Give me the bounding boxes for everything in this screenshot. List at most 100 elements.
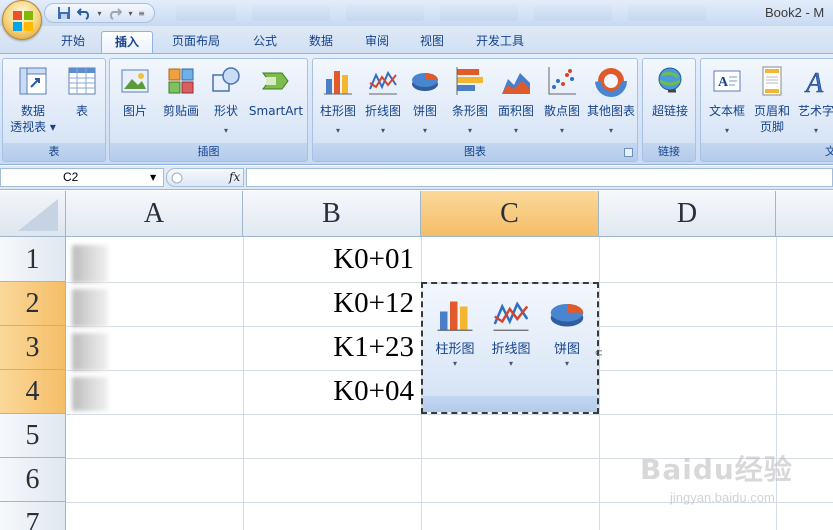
ribbon-tab-row: 开始 插入 页面布局 公式 数据 审阅 视图 开发工具 (0, 26, 833, 55)
watermark-main: Baidu经验 (640, 453, 793, 486)
column-header-a[interactable]: A (66, 191, 243, 237)
watermark-url: jingyan.baidu.com (670, 490, 775, 505)
tab-review[interactable]: 审阅 (352, 31, 402, 54)
tab-insert[interactable]: 插入 (101, 31, 153, 55)
column-chart-icon (324, 71, 352, 95)
undo-dropdown-icon[interactable]: ▾ (95, 5, 104, 21)
row-header-1[interactable]: 1 (0, 237, 66, 282)
gallery-bottom-strip (423, 396, 597, 412)
row-header-7[interactable]: 7 (0, 502, 66, 530)
tab-developer[interactable]: 开发工具 (463, 31, 537, 54)
shapes-icon (212, 67, 240, 92)
scatter-chart-dropdown-icon: ▾ (559, 126, 564, 135)
group-label-charts: 图表 (313, 143, 637, 161)
row-header-2[interactable]: 2 (0, 282, 66, 326)
column-header-b[interactable]: B (243, 191, 421, 237)
cell-b4[interactable]: K0+04 (243, 375, 420, 413)
cell-b2[interactable]: K0+12 (243, 287, 420, 325)
insert-function-icon[interactable]: fx (229, 170, 240, 184)
name-box[interactable]: C2 (0, 168, 164, 187)
save-icon[interactable] (55, 5, 73, 21)
formula-bar-controls: fx (166, 168, 244, 187)
select-all-triangle-icon (18, 199, 58, 231)
bar-chart-icon (456, 67, 483, 95)
gallery-pie-chart-label: 饼图 (553, 342, 580, 357)
redo-dropdown-icon[interactable]: ▾ (126, 5, 135, 21)
line-chart-icon (493, 301, 529, 331)
header-footer-icon (762, 66, 782, 96)
picture-icon (121, 69, 149, 93)
picture-label: 图片 (122, 104, 147, 118)
name-box-dropdown-icon[interactable]: ▼ (150, 173, 156, 182)
select-all-button[interactable] (0, 191, 66, 237)
blurred-cell-a2 (72, 289, 108, 327)
shapes-label: 形状 (213, 104, 238, 118)
window-title: Book2 - M (765, 5, 825, 20)
cell-b1[interactable]: K0+01 (243, 243, 420, 281)
pie-chart-label: 饼图 (412, 104, 437, 118)
bar-chart-label: 条形图 (451, 104, 488, 118)
group-charts: 柱形图 ▾ 折线图 ▾ 饼图 ▾ 条形图 ▾ 面积图 ▾ 散点图 ▾ 其他图表 … (312, 58, 638, 162)
paste-options-icon[interactable]: ⊂ (595, 348, 603, 359)
tab-data[interactable]: 数据 (296, 31, 346, 54)
header-footer-label: 页眉和 页脚 (751, 103, 793, 135)
tab-view[interactable]: 视图 (407, 31, 457, 54)
gallery-pie-chart-button[interactable]: 饼图 ▾ (539, 294, 595, 368)
tab-home[interactable]: 开始 (47, 31, 99, 54)
quick-access-toolbar: ▾ ▾ ≡ (44, 3, 155, 23)
line-chart-dropdown-icon: ▾ (380, 126, 385, 135)
cell-b3[interactable]: K1+23 (243, 331, 420, 369)
gallery-line-chart-button[interactable]: 折线图 ▾ (483, 294, 539, 368)
pasted-chart-buttons-picture[interactable]: 柱形图 ▾ 折线图 ▾ 饼图 ▾ ⊂ (421, 282, 603, 414)
group-links: 超链接 链接 (642, 58, 696, 162)
smartart-label: SmartArt (248, 104, 304, 118)
area-chart-label: 面积图 (497, 104, 534, 118)
svg-text:A: A (718, 75, 729, 90)
area-chart-dropdown-icon: ▾ (513, 126, 518, 135)
line-chart-icon (369, 70, 397, 95)
row-header-6[interactable]: 6 (0, 458, 66, 502)
column-header-e[interactable] (776, 191, 833, 237)
group-text: A 文本框 ▾ 页眉和 页脚 A 艺术字 ▾ 文 (700, 58, 833, 162)
office-button[interactable] (2, 0, 42, 40)
textbox-icon: A (713, 70, 741, 92)
clipart-label: 剪贴画 (162, 104, 199, 118)
charts-dialog-launcher[interactable] (624, 148, 633, 157)
redo-icon[interactable] (106, 5, 124, 21)
gallery-column-chart-button[interactable]: 柱形图 ▾ (427, 294, 483, 368)
column-header-c[interactable]: C (421, 191, 599, 237)
group-label-tables: 表 (3, 143, 105, 161)
textbox-dropdown-icon: ▾ (724, 126, 729, 135)
gallery-pie-dropdown-icon: ▾ (564, 359, 569, 368)
scatter-chart-label: 散点图 (543, 104, 580, 118)
title-bar: ▾ ▾ ≡ Book2 - M (0, 0, 833, 40)
textbox-label: 文本框 (708, 104, 745, 118)
clipart-icon (168, 68, 194, 94)
tab-page-layout[interactable]: 页面布局 (160, 31, 232, 54)
row-header-5[interactable]: 5 (0, 414, 66, 458)
bar-chart-dropdown-icon: ▾ (467, 126, 472, 135)
pivot-line2: 透视表 (10, 120, 47, 134)
pivot-line2-wrap: 透视表 ▾ (10, 120, 56, 134)
blurred-taskbar-item (252, 5, 330, 21)
undo-icon[interactable] (75, 5, 93, 21)
gridline (599, 237, 600, 530)
formula-input[interactable] (246, 168, 833, 187)
customize-qat-icon[interactable]: ≡ (137, 5, 146, 21)
row-header-3[interactable]: 3 (0, 326, 66, 370)
column-header-d[interactable]: D (599, 191, 776, 237)
row-header-4[interactable]: 4 (0, 370, 66, 414)
area-chart-icon (502, 73, 530, 94)
blurred-taskbar-item (346, 5, 424, 21)
group-label-links: 链接 (643, 143, 695, 161)
pie-chart-icon (550, 304, 584, 327)
group-label-illustrations: 插图 (110, 143, 307, 161)
blurred-taskbar-item (440, 5, 518, 21)
expand-formula-icon[interactable] (171, 172, 183, 184)
svg-text:A: A (804, 68, 824, 97)
blurred-taskbar-item (534, 5, 612, 21)
header-footer-line2: 页脚 (759, 120, 784, 134)
tab-formulas[interactable]: 公式 (240, 31, 290, 54)
group-label-text: 文 (701, 143, 833, 161)
other-charts-dropdown-icon: ▾ (608, 126, 613, 135)
